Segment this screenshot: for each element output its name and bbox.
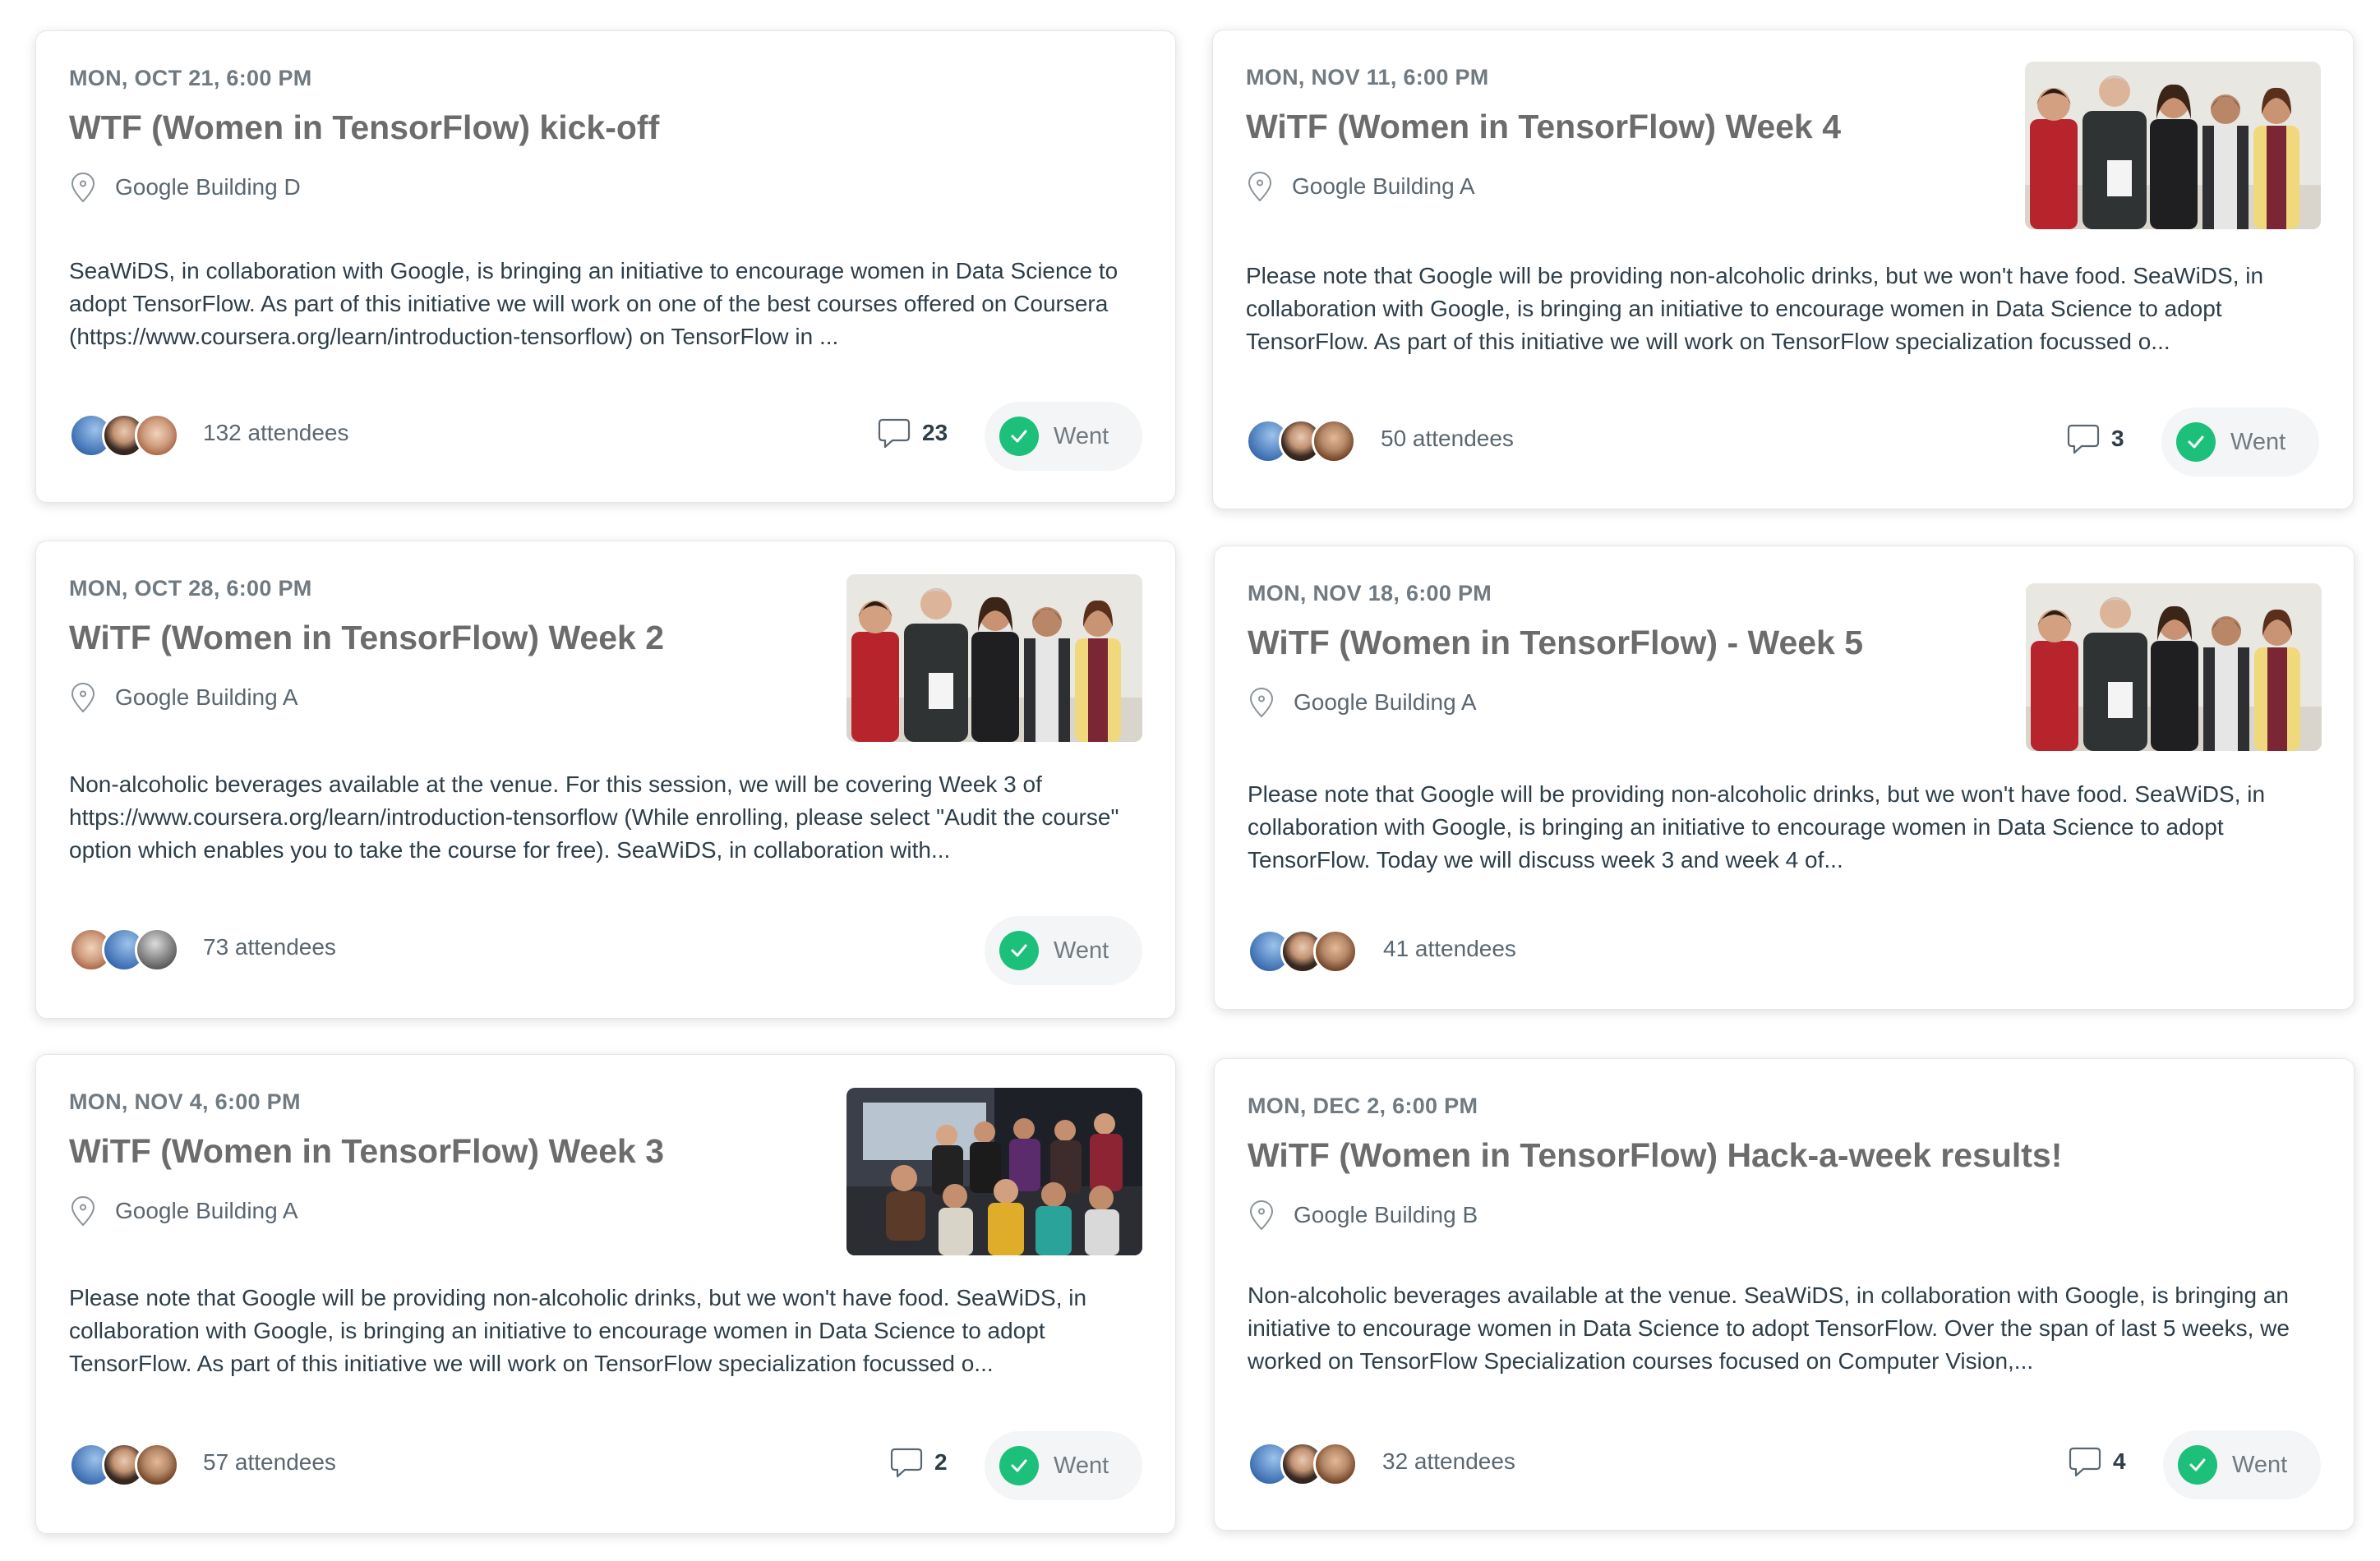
- comment-count-label: 23: [922, 420, 948, 445]
- speech-bubble-icon: [878, 418, 911, 449]
- event-description: Please note that Google will be providin…: [1246, 263, 2264, 354]
- comment-count[interactable]: 3: [2065, 421, 2124, 457]
- map-pin-icon: [1249, 1200, 1274, 1231]
- event-card[interactable]: MON, OCT 21, 6:00 PM WTF (Women in Tenso…: [35, 30, 1176, 503]
- went-label: Went: [2232, 1451, 2288, 1478]
- checkmark-icon: [2178, 1445, 2217, 1485]
- avatar: [135, 413, 179, 458]
- event-title[interactable]: WiTF (Women in TensorFlow) Hack-a-week r…: [1248, 1136, 2062, 1175]
- avatar: [135, 1443, 179, 1487]
- avatar: [1313, 929, 1358, 974]
- event-location: Google Building B: [1248, 1199, 1478, 1232]
- checkmark-icon: [2176, 422, 2216, 462]
- location-label: Google Building A: [1292, 173, 1475, 199]
- event-photo[interactable]: [846, 1088, 1142, 1255]
- event-card[interactable]: MON, NOV 18, 6:00 PM WiTF (Women in Tens…: [1214, 546, 2355, 1010]
- event-location: Google Building A: [69, 1195, 298, 1227]
- avatar: [135, 928, 179, 972]
- attendee-avatars: [69, 413, 179, 458]
- checkmark-icon: [999, 417, 1039, 456]
- event-date: MON, DEC 2, 6:00 PM: [1248, 1094, 1478, 1118]
- attendee-avatars: [69, 928, 179, 972]
- event-photo[interactable]: [2026, 583, 2322, 751]
- speech-bubble-icon: [890, 1448, 923, 1478]
- event-title[interactable]: WiTF (Women in TensorFlow) Week 4: [1246, 108, 1841, 146]
- attendee-count[interactable]: 50 attendees: [1381, 426, 1514, 452]
- checkmark-icon: [999, 1446, 1039, 1485]
- attendee-count[interactable]: 41 attendees: [1383, 936, 1516, 962]
- checkmark-icon: [999, 931, 1039, 970]
- speech-bubble-icon: [2067, 424, 2100, 454]
- event-title[interactable]: WiTF (Women in TensorFlow) Week 2: [69, 619, 664, 657]
- event-date: MON, NOV 18, 6:00 PM: [1248, 581, 1492, 606]
- map-pin-icon: [71, 172, 95, 203]
- went-label: Went: [2230, 428, 2286, 455]
- attendee-avatars: [1248, 929, 1358, 974]
- attendee-avatars: [69, 1443, 179, 1487]
- event-date: MON, NOV 11, 6:00 PM: [1246, 65, 1489, 90]
- event-location: Google Building D: [69, 171, 301, 204]
- event-photo[interactable]: [2025, 62, 2321, 229]
- attendee-avatars: [1246, 419, 1356, 463]
- went-badge[interactable]: Went: [985, 916, 1142, 985]
- event-card[interactable]: MON, NOV 11, 6:00 PM WiTF (Women in Tens…: [1212, 30, 2354, 509]
- event-description: Please note that Google will be providin…: [69, 1285, 1087, 1376]
- comment-count[interactable]: 23: [876, 415, 948, 451]
- location-label: Google Building A: [115, 684, 298, 710]
- attendee-count[interactable]: 132 attendees: [203, 420, 349, 446]
- event-card[interactable]: MON, DEC 2, 6:00 PM WiTF (Women in Tenso…: [1214, 1058, 2355, 1531]
- event-photo[interactable]: [846, 574, 1142, 742]
- event-date: MON, NOV 4, 6:00 PM: [69, 1089, 301, 1114]
- event-description: Non-alcoholic beverages available at the…: [69, 771, 1119, 863]
- location-label: Google Building A: [1294, 689, 1477, 715]
- attendee-count[interactable]: 73 attendees: [203, 934, 336, 960]
- event-title[interactable]: WiTF (Women in TensorFlow) - Week 5: [1248, 624, 1863, 662]
- event-date: MON, OCT 28, 6:00 PM: [69, 576, 312, 601]
- went-badge[interactable]: Went: [2163, 1430, 2321, 1499]
- went-label: Went: [1054, 422, 1109, 449]
- event-card[interactable]: MON, OCT 28, 6:00 PM WiTF (Women in Tens…: [35, 541, 1176, 1019]
- event-location: Google Building A: [69, 681, 298, 714]
- went-badge[interactable]: Went: [985, 1431, 1142, 1500]
- event-location: Google Building A: [1246, 170, 1475, 203]
- event-location: Google Building A: [1248, 686, 1477, 719]
- event-card[interactable]: MON, NOV 4, 6:00 PM WiTF (Women in Tenso…: [35, 1054, 1176, 1534]
- event-title[interactable]: WiTF (Women in TensorFlow) Week 3: [69, 1132, 664, 1171]
- attendee-count[interactable]: 32 attendees: [1382, 1448, 1515, 1475]
- attendee-count[interactable]: 57 attendees: [203, 1449, 336, 1476]
- comment-count-label: 4: [2113, 1448, 2126, 1474]
- event-title[interactable]: WTF (Women in TensorFlow) kick-off: [69, 108, 659, 147]
- speech-bubble-icon: [2069, 1447, 2101, 1477]
- went-badge[interactable]: Went: [2161, 408, 2319, 477]
- attendee-avatars: [1248, 1442, 1358, 1486]
- event-description: Non-alcoholic beverages available at the…: [1248, 1282, 2290, 1374]
- avatar: [1312, 419, 1356, 463]
- went-label: Went: [1054, 937, 1109, 964]
- went-badge[interactable]: Went: [985, 402, 1142, 471]
- map-pin-icon: [1249, 687, 1274, 718]
- comment-count[interactable]: 2: [888, 1444, 948, 1480]
- event-description: SeaWiDS, in collaboration with Google, i…: [69, 258, 1119, 349]
- event-date: MON, OCT 21, 6:00 PM: [69, 66, 312, 90]
- map-pin-icon: [71, 1195, 95, 1227]
- comment-count-label: 2: [934, 1449, 948, 1475]
- event-description: Please note that Google will be providin…: [1248, 781, 2266, 873]
- comment-count[interactable]: 4: [2067, 1444, 2126, 1480]
- location-label: Google Building A: [115, 1198, 298, 1223]
- comment-count-label: 3: [2111, 426, 2124, 451]
- location-label: Google Building B: [1294, 1202, 1478, 1227]
- map-pin-icon: [71, 682, 95, 713]
- went-label: Went: [1054, 1452, 1109, 1479]
- avatar: [1313, 1442, 1358, 1486]
- location-label: Google Building D: [115, 174, 301, 200]
- map-pin-icon: [1248, 171, 1272, 202]
